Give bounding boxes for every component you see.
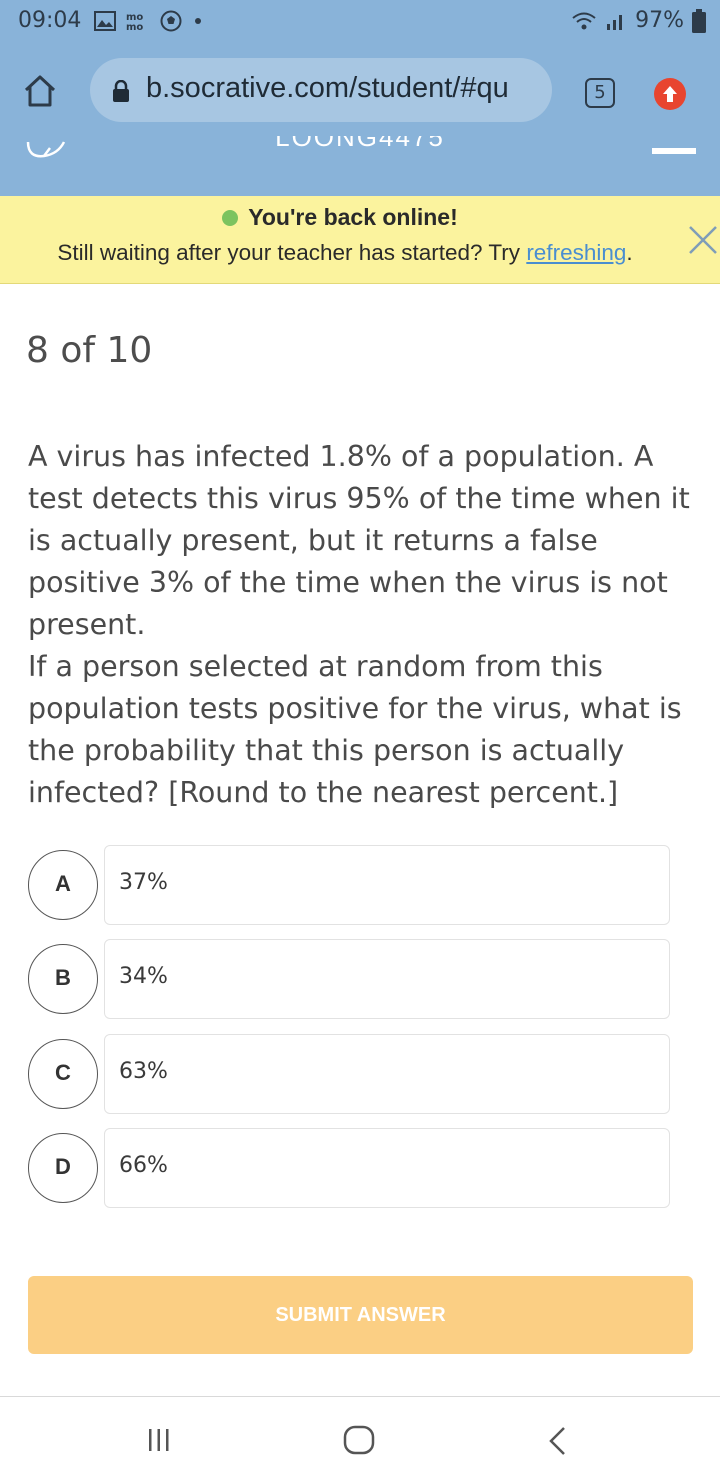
notification-icons: mo mo	[94, 10, 204, 32]
refresh-link[interactable]: refreshing	[526, 240, 626, 265]
update-button[interactable]	[654, 78, 686, 110]
dot-icon	[195, 18, 201, 24]
banner-subtitle: Still waiting after your teacher has sta…	[0, 240, 690, 266]
answer-option-d[interactable]: D 66%	[28, 1128, 670, 1208]
submit-answer-button[interactable]: SUBMIT ANSWER	[28, 1276, 693, 1354]
status-time: 09:04	[18, 8, 82, 33]
browser-toolbar: b.socrative.com/student/#qu 5	[0, 44, 720, 136]
option-letter[interactable]: D	[28, 1133, 98, 1203]
url-text: b.socrative.com/student/#qu	[146, 72, 509, 104]
system-icons: 97%	[571, 8, 706, 33]
option-text: 63%	[119, 1059, 168, 1084]
screen: 09:04 mo mo 97% b.socrative.com/student/#…	[0, 0, 720, 1480]
option-letter[interactable]: B	[28, 944, 98, 1014]
close-icon[interactable]	[687, 224, 719, 256]
option-letter[interactable]: C	[28, 1039, 98, 1109]
back-icon[interactable]	[546, 1425, 570, 1457]
svg-text:mo: mo	[126, 22, 143, 31]
answer-option-c[interactable]: C 63%	[28, 1034, 670, 1114]
wifi-icon	[572, 12, 596, 29]
banner-title-text: You're back online!	[248, 204, 458, 230]
signal-icon	[607, 14, 623, 30]
option-text: 34%	[119, 964, 168, 989]
system-nav-bar	[0, 1396, 720, 1480]
menu-button[interactable]	[652, 148, 696, 154]
question-progress: 8 of 10	[26, 330, 153, 371]
status-dot-icon	[222, 210, 239, 226]
option-text: 37%	[119, 870, 168, 895]
arrow-up-icon	[663, 86, 677, 102]
option-box[interactable]: 37%	[104, 845, 670, 925]
option-text: 66%	[119, 1153, 168, 1178]
answer-option-b[interactable]: B 34%	[28, 939, 670, 1019]
address-bar[interactable]: b.socrative.com/student/#qu	[90, 58, 552, 122]
answer-option-a[interactable]: A 37%	[28, 845, 670, 925]
question-paragraph: A virus has infected 1.8% of a populatio…	[28, 440, 690, 641]
soccer-ball-icon	[160, 10, 182, 32]
option-box[interactable]: 34%	[104, 939, 670, 1019]
online-banner: You're back online! Still waiting after …	[0, 196, 720, 284]
banner-subtitle-text: Still waiting after your teacher has sta…	[57, 240, 527, 265]
app-header: LOONG4475	[0, 136, 720, 196]
tab-switcher-button[interactable]: 5	[585, 78, 615, 108]
battery-percent: 97%	[635, 8, 684, 33]
home-icon[interactable]	[22, 74, 58, 108]
battery-icon	[692, 8, 706, 33]
option-box[interactable]: 66%	[104, 1128, 670, 1208]
option-letter[interactable]: A	[28, 850, 98, 920]
lock-icon	[113, 80, 129, 102]
room-code: LOONG4475	[275, 136, 445, 152]
recent-apps-icon[interactable]	[146, 1427, 172, 1453]
question-text: A virus has infected 1.8% of a populatio…	[28, 436, 700, 814]
status-bar: 09:04 mo mo 97%	[0, 0, 720, 44]
option-box[interactable]: 63%	[104, 1034, 670, 1114]
gallery-icon	[94, 11, 116, 31]
nav-home-icon[interactable]	[343, 1425, 375, 1455]
banner-subtitle-suffix: .	[626, 240, 633, 265]
question-paragraph: If a person selected at random from this…	[28, 650, 682, 809]
mo-icon: momo	[126, 12, 143, 31]
banner-title: You're back online!	[0, 204, 680, 231]
